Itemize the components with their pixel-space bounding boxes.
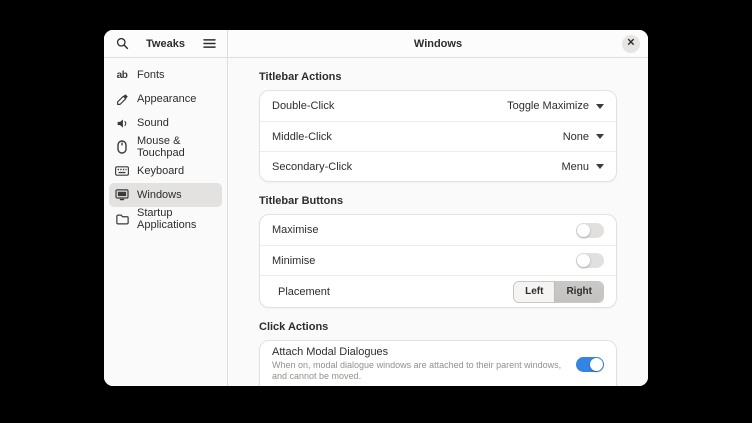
main-content: Windows ✕ Titlebar Actions Double-Click … [228,30,648,386]
appearance-icon [115,92,129,106]
app-title: Tweaks [146,38,185,50]
sidebar-item-label: Appearance [137,93,196,105]
setting-row-attach-modal-dialogues: Attach Modal Dialogues When on, modal di… [260,341,616,386]
sidebar-item-windows[interactable]: Windows [109,183,222,207]
sidebar-item-label: Sound [137,117,169,129]
toggle-knob [577,224,590,237]
setting-text: Attach Modal Dialogues When on, modal di… [272,341,567,386]
minimise-toggle[interactable] [576,253,604,268]
sidebar-item-label: Mouse & Touchpad [137,135,216,159]
setting-row-double-click: Double-Click Toggle Maximize [260,91,616,121]
placement-segmented-control: Left Right [513,281,604,303]
setting-label: Secondary-Click [272,161,352,173]
screen-background: Tweaks ab Fonts Appearance [0,0,752,423]
setting-row-middle-click: Middle-Click None [260,121,616,151]
sidebar-item-label: Windows [137,189,182,201]
chevron-down-icon [596,104,604,109]
setting-label: Middle-Click [272,131,332,143]
middle-click-dropdown[interactable]: None [563,131,604,143]
setting-row-minimise: Minimise [260,245,616,275]
sidebar-item-startup-applications[interactable]: Startup Applications [109,207,222,231]
setting-label: Double-Click [272,100,334,112]
folder-icon [115,212,129,226]
setting-label: Maximise [272,224,318,236]
section-heading-click-actions: Click Actions [259,321,617,333]
click-actions-card: Attach Modal Dialogues When on, modal di… [259,340,617,386]
tweaks-window: Tweaks ab Fonts Appearance [104,30,648,386]
setting-label: Attach Modal Dialogues [272,346,567,358]
sidebar-item-label: Keyboard [137,165,184,177]
sidebar-headerbar: Tweaks [104,30,227,58]
dropdown-value: Menu [561,161,589,173]
sidebar-nav-list: ab Fonts Appearance Sound [104,58,227,236]
toggle-knob [577,254,590,267]
mouse-icon [115,140,129,154]
sidebar-item-label: Fonts [137,69,165,81]
close-icon: ✕ [627,39,635,49]
sidebar-item-mouse-touchpad[interactable]: Mouse & Touchpad [109,135,222,159]
sidebar-item-keyboard[interactable]: Keyboard [109,159,222,183]
titlebar-buttons-card: Maximise Minimise Placement Left Right [259,214,617,308]
keyboard-icon [115,164,129,178]
toggle-knob [590,358,603,371]
content-headerbar: Windows ✕ [228,30,648,58]
sidebar: Tweaks ab Fonts Appearance [104,30,228,386]
setting-description: When on, modal dialogue windows are atta… [272,360,567,383]
section-heading-titlebar-buttons: Titlebar Buttons [259,195,617,207]
double-click-dropdown[interactable]: Toggle Maximize [507,100,604,112]
placement-right-button[interactable]: Right [554,282,603,302]
section-heading-titlebar-actions: Titlebar Actions [259,71,617,83]
hamburger-menu-icon[interactable] [201,36,217,52]
dropdown-value: Toggle Maximize [507,100,589,112]
fonts-icon: ab [115,68,129,82]
sound-icon [115,116,129,130]
page-title: Windows [414,38,462,50]
monitor-icon [115,188,129,202]
setting-row-placement: Placement Left Right [260,275,616,307]
close-button[interactable]: ✕ [622,35,640,53]
sidebar-item-label: Startup Applications [137,207,216,231]
titlebar-actions-card: Double-Click Toggle Maximize Middle-Clic… [259,90,617,182]
chevron-down-icon [596,164,604,169]
setting-row-secondary-click: Secondary-Click Menu [260,151,616,181]
setting-label: Placement [272,286,330,298]
placement-left-button[interactable]: Left [514,282,554,302]
maximise-toggle[interactable] [576,223,604,238]
dropdown-value: None [563,131,589,143]
secondary-click-dropdown[interactable]: Menu [561,161,604,173]
setting-label: Minimise [272,255,315,267]
sidebar-item-appearance[interactable]: Appearance [109,87,222,111]
chevron-down-icon [596,134,604,139]
sidebar-item-fonts[interactable]: ab Fonts [109,63,222,87]
search-icon[interactable] [114,36,130,52]
settings-scroll-area: Titlebar Actions Double-Click Toggle Max… [228,58,648,386]
sidebar-item-sound[interactable]: Sound [109,111,222,135]
setting-row-maximise: Maximise [260,215,616,245]
attach-modal-dialogues-toggle[interactable] [576,357,604,372]
